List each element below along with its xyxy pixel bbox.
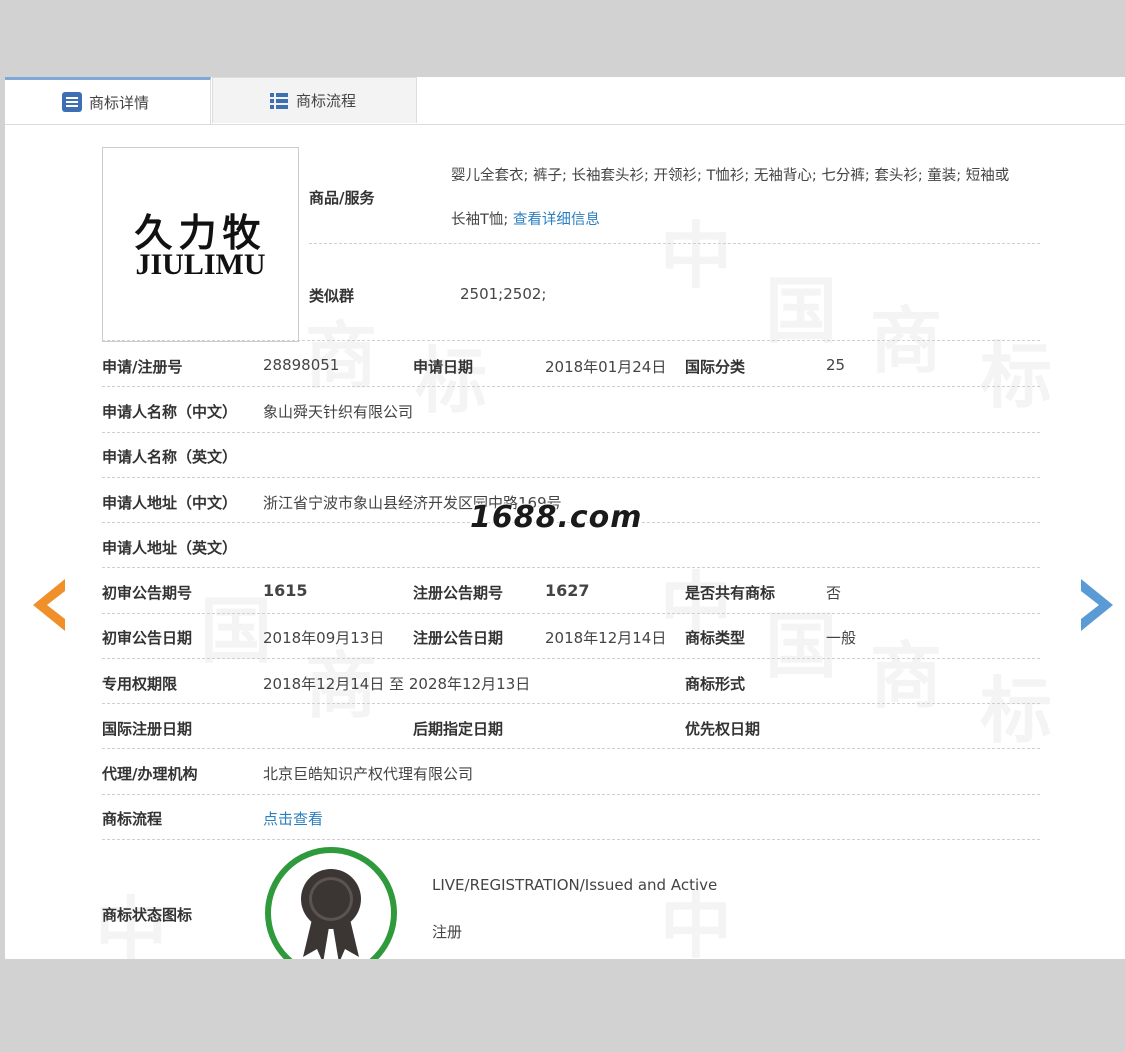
bg-watermark: 中 (660, 197, 732, 302)
site-watermark: 1688.com (470, 500, 643, 535)
prelim-date-value: 2018年09月13日 (263, 629, 385, 647)
intl-class-value: 25 (826, 356, 846, 374)
divider (102, 567, 1040, 568)
similar-group-label: 类似群 (309, 287, 355, 305)
apply-date-label: 申请日期 (413, 358, 474, 376)
award-ribbon-icon (263, 845, 399, 959)
applicant-cn-value: 象山舜天针织有限公司 (263, 403, 414, 421)
priority-date-label: 优先权日期 (685, 720, 761, 738)
list-doc-icon (61, 91, 83, 113)
agency-value: 北京巨皓知识产权代理有限公司 (263, 765, 474, 783)
tab-trademark-detail-label: 商标详情 (89, 93, 150, 112)
reg-date-value: 2018年12月14日 (545, 629, 667, 647)
applicant-cn-label: 申请人名称（中文） (102, 403, 238, 421)
goods-services-label: 商品/服务 (309, 189, 375, 207)
reg-issue-label: 注册公告期号 (413, 584, 504, 602)
later-date-label: 后期指定日期 (413, 720, 504, 738)
status-icon-label: 商标状态图标 (102, 906, 193, 924)
tm-form-label: 商标形式 (685, 675, 746, 693)
bg-watermark: 商 (870, 617, 942, 722)
apply-date-value: 2018年01月24日 (545, 358, 667, 376)
arrow-right-icon[interactable] (1075, 577, 1119, 633)
goods-services-line2: 长袖T恤; 查看详细信息 (451, 208, 600, 229)
bg-watermark: 商 (870, 282, 942, 387)
intl-class-label: 国际分类 (685, 358, 746, 376)
bg-watermark: 国 (765, 252, 837, 357)
divider (102, 658, 1040, 659)
divider (102, 703, 1040, 704)
intl-reg-date-label: 国际注册日期 (102, 720, 193, 738)
address-cn-label: 申请人地址（中文） (102, 494, 238, 512)
reg-no-value: 28898051 (263, 356, 340, 374)
prelim-issue-value: 1615 (263, 581, 308, 600)
exclusive-period-label: 专用权期限 (102, 675, 178, 693)
divider (102, 794, 1040, 795)
reg-date-label: 注册公告日期 (413, 629, 504, 647)
divider (102, 839, 1040, 840)
goods-services-text: 长袖T恤; (451, 212, 509, 228)
status-english: LIVE/REGISTRATION/Issued and Active (432, 876, 718, 894)
prelim-date-label: 初审公告日期 (102, 629, 193, 647)
divider (102, 613, 1040, 614)
reg-issue-value: 1627 (545, 581, 590, 600)
trademark-detail-page: 中 国 商 标 商 标 国 中 国 商 标 商 中 中 商标详情 (5, 77, 1125, 959)
divider (102, 748, 1040, 749)
goods-services-line1: 婴儿全套衣; 裤子; 长袖套头衫; 开领衫; T恤衫; 无袖背心; 七分裤; 套… (451, 168, 1010, 184)
tab-bar: 商标详情 商标流程 (5, 77, 1125, 125)
divider (102, 477, 1040, 478)
bg-watermark: 标 (980, 317, 1052, 422)
address-en-label: 申请人地址（英文） (102, 539, 238, 557)
tab-trademark-detail[interactable]: 商标详情 (5, 77, 211, 124)
divider (102, 432, 1040, 433)
view-details-link[interactable]: 查看详细信息 (513, 212, 600, 228)
status-chinese: 注册 (432, 923, 463, 941)
tm-type-label: 商标类型 (685, 629, 746, 647)
reg-no-label: 申请/注册号 (102, 358, 183, 376)
process-view-link[interactable]: 点击查看 (263, 808, 323, 829)
prelim-issue-label: 初审公告期号 (102, 584, 193, 602)
bg-watermark: 标 (980, 652, 1052, 757)
divider (102, 340, 1040, 341)
trademark-image: 久力牧 JIULIMU (102, 147, 299, 342)
applicant-en-label: 申请人名称（英文） (102, 448, 238, 466)
process-label: 商标流程 (102, 810, 163, 828)
tab-trademark-process[interactable]: 商标流程 (212, 77, 417, 123)
divider (309, 243, 1040, 244)
tm-type-value: 一般 (826, 629, 857, 647)
bg-watermark: 国 (200, 572, 272, 677)
shared-value: 否 (826, 584, 842, 602)
exclusive-period-value: 2018年12月14日 至 2028年12月13日 (263, 675, 531, 693)
divider (102, 386, 1040, 387)
list-grid-icon (268, 90, 290, 112)
tab-trademark-process-label: 商标流程 (296, 92, 357, 110)
shared-label: 是否共有商标 (685, 584, 776, 602)
similar-group-value: 2501;2502; (460, 285, 547, 303)
agency-label: 代理/办理机构 (102, 765, 198, 783)
trademark-logo-en: JIULIMU (135, 248, 266, 281)
arrow-left-icon[interactable] (27, 577, 71, 633)
